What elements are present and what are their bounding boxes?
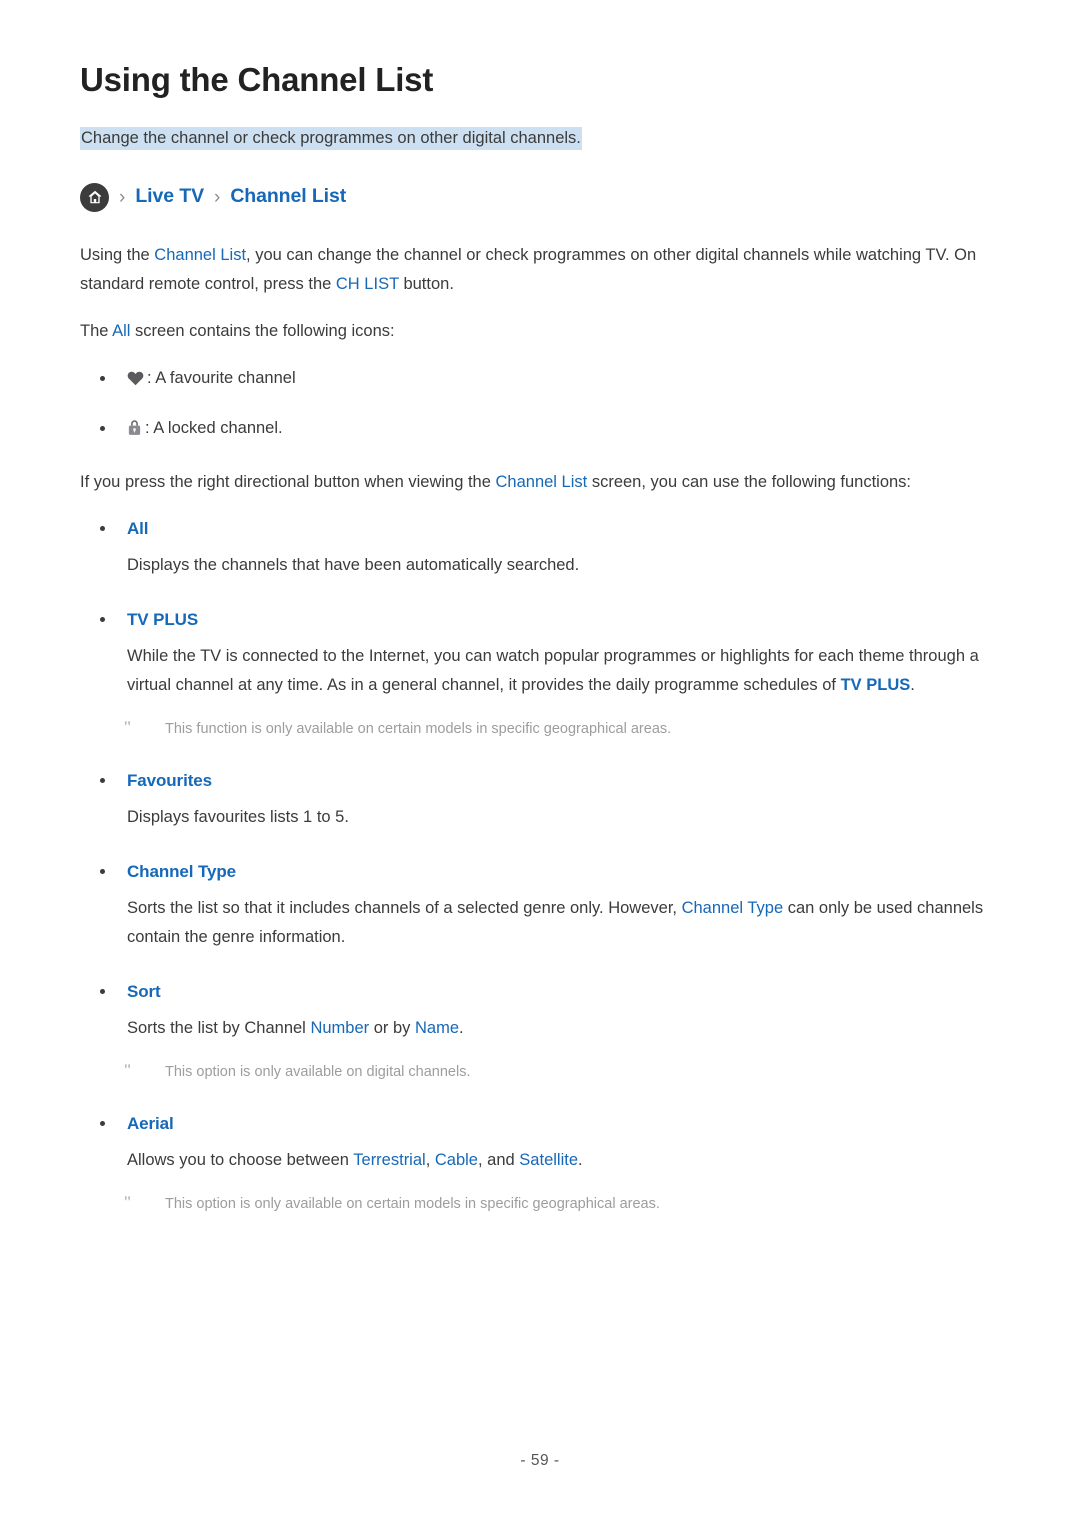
note-marker: " [123, 1194, 132, 1212]
function-body-text: Displays favourites lists 1 to 5. [127, 808, 349, 827]
function-body-channel-type: Sorts the list so that it includes chann… [80, 894, 1000, 952]
bullet-dot [100, 617, 105, 623]
note-marker: " [123, 1062, 132, 1080]
function-item-all: All Displays the channels that have been… [80, 515, 1000, 580]
function-body-aerial: Allows you to choose between Terrestrial… [80, 1146, 1000, 1175]
function-item-aerial: Aerial Allows you to choose between Terr… [80, 1110, 1000, 1216]
intro-paragraph-1: Using the Channel List, you can change t… [80, 241, 1000, 299]
functions-intro-paragraph: If you press the right directional butto… [80, 468, 1000, 497]
list-item: : A favourite channel [80, 364, 1000, 396]
heart-icon [127, 367, 144, 396]
note-marker: " [123, 719, 132, 737]
function-body-link-tv-plus[interactable]: TV PLUS [841, 676, 911, 694]
function-body-text-a: Allows you to choose between [127, 1151, 354, 1170]
function-heading-label: TV PLUS [127, 610, 199, 630]
note-text: This option is only available on certain… [165, 1196, 660, 1213]
function-heading-label: Favourites [127, 771, 212, 791]
function-item-channel-type: Channel Type Sorts the list so that it i… [80, 858, 1000, 952]
function-body-link-name[interactable]: Name [415, 1019, 459, 1037]
bullet-dot [100, 426, 105, 432]
page-content: Using the Channel List Change the channe… [80, 60, 1000, 1238]
note-tv-plus: " This function is only available on cert… [80, 717, 1000, 741]
function-body-text-b: . [910, 676, 915, 695]
function-item-tv-plus: TV PLUS While the TV is connected to the… [80, 606, 1000, 741]
function-body-text-c: , and [478, 1151, 520, 1170]
function-body-link-channel-type[interactable]: Channel Type [682, 899, 784, 917]
functions-intro-text-a: If you press the right directional butto… [80, 473, 496, 492]
function-body-favourites: Displays favourites lists 1 to 5. [80, 803, 1000, 832]
function-body-tv-plus: While the TV is connected to the Interne… [80, 642, 1000, 700]
bullet-dot [100, 778, 105, 784]
functions-list: All Displays the channels that have been… [80, 515, 1000, 1216]
breadcrumb-item-live-tv[interactable]: Live TV [135, 187, 204, 207]
function-item-sort: Sort Sorts the list by Channel Number or… [80, 978, 1000, 1084]
bullet-dot [100, 1121, 105, 1127]
lock-icon [127, 417, 142, 446]
function-body-text-c: . [459, 1019, 464, 1038]
function-heading-aerial[interactable]: Aerial [80, 1110, 1000, 1138]
breadcrumb-item-channel-list[interactable]: Channel List [230, 187, 346, 207]
note-aerial: " This option is only available on certai… [80, 1192, 1000, 1216]
function-heading-sort[interactable]: Sort [80, 978, 1000, 1006]
list-item: : A locked channel. [80, 414, 1000, 446]
icons-intro-text-a: The [80, 322, 113, 341]
functions-intro-link-channel-list[interactable]: Channel List [496, 473, 588, 491]
intro-link-ch-list[interactable]: CH LIST [336, 275, 399, 293]
page-subtitle-wrapper: Change the channel or check programmes o… [80, 126, 1000, 152]
function-heading-label: Aerial [127, 1114, 174, 1134]
document-page: Using the Channel List Change the channe… [0, 0, 1080, 1527]
intro-text-c: button. [398, 275, 454, 294]
intro-link-channel-list[interactable]: Channel List [154, 246, 246, 264]
note-sort: " This option is only available on digita… [80, 1060, 1000, 1084]
function-body-sort: Sorts the list by Channel Number or by N… [80, 1014, 1000, 1043]
function-body-text: Displays the channels that have been aut… [127, 556, 580, 575]
breadcrumb-separator-1: › [119, 186, 126, 208]
function-body-text-b: or by [369, 1019, 415, 1038]
breadcrumb-separator-2: › [213, 186, 221, 208]
icon-legend-list: : A favourite channel : A locked channel… [80, 364, 1000, 446]
function-body-link-cable[interactable]: Cable [435, 1151, 478, 1169]
bullet-dot [100, 869, 105, 875]
note-text: This option is only available on digital… [165, 1064, 471, 1081]
home-icon[interactable] [80, 182, 109, 212]
note-text: This function is only available on certa… [165, 721, 672, 738]
function-heading-channel-type[interactable]: Channel Type [80, 858, 1000, 886]
function-heading-label: Channel Type [127, 862, 237, 882]
function-body-link-number[interactable]: Number [310, 1019, 369, 1037]
function-heading-all[interactable]: All [80, 515, 1000, 543]
function-body-text-b: , [425, 1151, 435, 1170]
bullet-dot [100, 376, 105, 382]
icons-intro-text-b: screen contains the following icons: [130, 322, 395, 341]
icons-intro-link-all[interactable]: All [112, 322, 130, 340]
page-number: - 59 - [520, 1452, 560, 1469]
functions-intro-text-b: screen, you can use the following functi… [587, 473, 912, 492]
function-body-text-a: Sorts the list so that it includes chann… [127, 899, 682, 918]
function-item-favourites: Favourites Displays favourites lists 1 t… [80, 767, 1000, 832]
function-heading-label: Sort [127, 982, 161, 1002]
function-body-text-d: . [578, 1151, 583, 1170]
list-item-label: : A favourite channel [147, 369, 296, 388]
function-body-all: Displays the channels that have been aut… [80, 551, 1000, 580]
function-body-link-satellite[interactable]: Satellite [519, 1151, 578, 1169]
function-heading-favourites[interactable]: Favourites [80, 767, 1000, 795]
function-body-text-a: Sorts the list by Channel [127, 1019, 311, 1038]
page-title: Using the Channel List [80, 61, 434, 98]
page-subtitle-highlight: Change the channel or check programmes o… [80, 126, 582, 150]
intro-paragraph-2: The All screen contains the following ic… [80, 317, 1000, 346]
intro-text-a: Using the [80, 246, 155, 265]
breadcrumb: › Live TV › Channel List [80, 181, 1000, 213]
bullet-dot [100, 989, 105, 995]
function-body-link-terrestrial[interactable]: Terrestrial [353, 1151, 425, 1169]
function-heading-tv-plus[interactable]: TV PLUS [80, 606, 1000, 634]
bullet-dot [100, 526, 105, 532]
list-item-label: : A locked channel. [145, 419, 283, 438]
function-heading-label: All [127, 519, 149, 539]
